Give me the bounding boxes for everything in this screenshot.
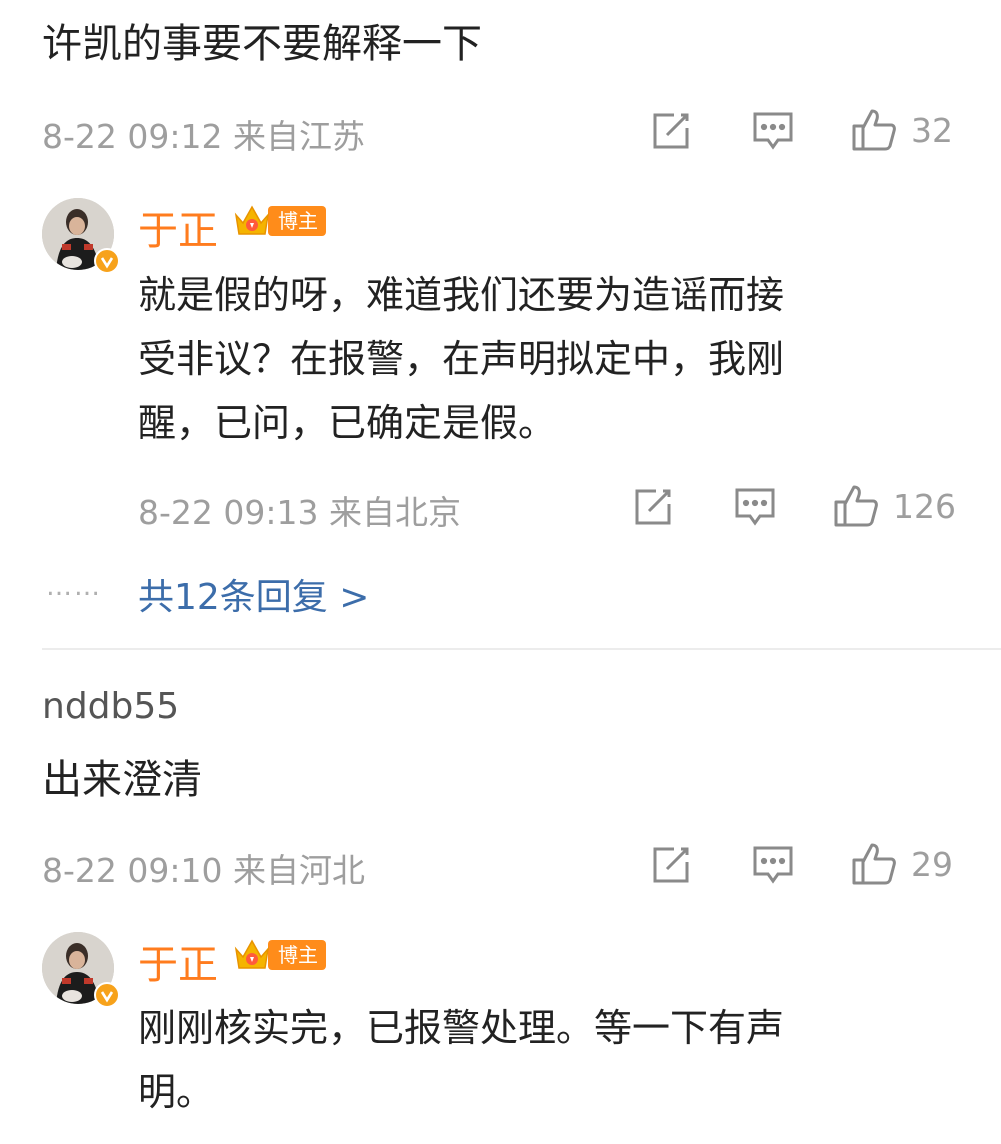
comment-button[interactable]	[752, 110, 794, 152]
thumbs-up-icon	[834, 485, 878, 527]
reply-time: 8-22 09:13	[138, 493, 319, 532]
comment-text: 出来澄清	[42, 757, 202, 803]
comment-meta: 8-22 09:10 来自河北	[42, 844, 365, 892]
reply-text: 刚刚核实完，已报警处理。等一下有声 明。	[138, 996, 958, 1124]
comment-time: 8-22 09:10	[42, 851, 223, 890]
comment-button[interactable]	[752, 844, 794, 886]
comment-icon	[753, 112, 793, 150]
badge-label: 博主	[268, 206, 326, 236]
crown-icon	[234, 939, 270, 969]
verified-badge-icon	[94, 982, 120, 1008]
divider	[42, 648, 1001, 650]
comment-icon	[753, 846, 793, 884]
repost-button[interactable]	[650, 110, 692, 152]
comment-location: 来自河北	[233, 851, 365, 890]
like-button[interactable]: 29	[851, 841, 953, 887]
reply-text-line: 刚刚核实完，已报警处理。等一下有声	[138, 1006, 785, 1050]
reply-text: 就是假的呀，难道我们还要为造谣而接 受非议？在报警，在声明拟定中，我刚 醒，已问…	[138, 263, 958, 455]
reply-meta: 8-22 09:13 来自北京	[138, 486, 461, 534]
reply-text-line: 明。	[138, 1070, 215, 1114]
badge-label: 博主	[268, 940, 326, 970]
like-count: 126	[893, 486, 956, 526]
edit-icon	[635, 489, 671, 525]
reply-text-line: 醒，已问，已确定是假。	[138, 401, 557, 445]
commenter-username[interactable]: nddb55	[42, 686, 179, 727]
edit-icon	[653, 847, 689, 883]
edit-icon	[653, 113, 689, 149]
thumbs-up-icon	[852, 109, 896, 151]
blogger-badge: 博主	[232, 205, 326, 236]
blogger-badge: 博主	[232, 939, 326, 970]
reply-comment-button[interactable]	[734, 486, 776, 528]
reply-text-line: 受非议？在报警，在声明拟定中，我刚	[138, 337, 785, 381]
username[interactable]: 于正	[138, 932, 218, 990]
weibo-comments-page: 许凯的事要不要解释一下 8-22 09:12 来自江苏 32 于正 博主 就是假…	[0, 0, 1001, 1144]
comment-time: 8-22 09:12	[42, 117, 223, 156]
avatar[interactable]	[42, 932, 120, 1008]
thumbs-up-icon	[852, 843, 896, 885]
reply-text-line: 就是假的呀，难道我们还要为造谣而接	[138, 273, 785, 317]
like-count: 29	[911, 844, 953, 884]
repost-button[interactable]	[650, 844, 692, 886]
username[interactable]: 于正	[138, 198, 218, 256]
reply-repost-button[interactable]	[632, 486, 674, 528]
crown-icon	[234, 205, 270, 235]
more-replies-link[interactable]: 共12条回复 >	[138, 568, 369, 620]
verified-badge-icon	[94, 248, 120, 274]
comment-text: 许凯的事要不要解释一下	[42, 21, 482, 67]
ellipsis: ……	[46, 572, 102, 602]
comment-icon	[735, 488, 775, 526]
reply-like-button[interactable]: 126	[833, 483, 956, 529]
like-button[interactable]: 32	[851, 107, 953, 153]
comment-meta: 8-22 09:12 来自江苏	[42, 110, 365, 158]
comment-location: 来自江苏	[233, 117, 365, 156]
avatar[interactable]	[42, 198, 120, 274]
like-count: 32	[911, 110, 953, 150]
reply-location: 来自北京	[329, 493, 461, 532]
